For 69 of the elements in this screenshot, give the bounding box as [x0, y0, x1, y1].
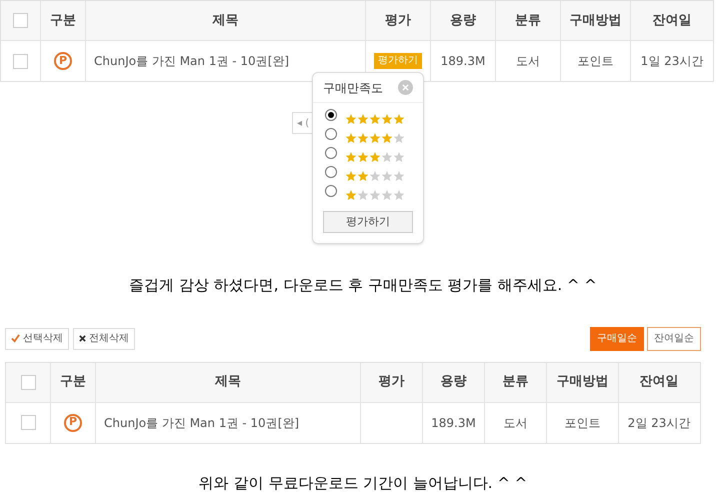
- column-header: 잔여일: [652, 12, 692, 30]
- star-icon: [345, 151, 357, 163]
- rating-radio[interactable]: [325, 109, 337, 121]
- caption: 위와 같이 무료다운로드 기간이 늘어납니다. ^ ^: [198, 472, 528, 494]
- star-icon: [393, 170, 405, 182]
- column-header: 평가: [378, 373, 404, 392]
- star-icon: [381, 189, 393, 201]
- category-cell-text: 도서: [516, 53, 540, 70]
- rating-radio[interactable]: [325, 166, 337, 178]
- column-header: 제목: [212, 12, 238, 30]
- star-icon: [369, 189, 381, 201]
- point-badge: P: [64, 414, 82, 432]
- remaining-cell-text: 2일 23시간: [628, 414, 690, 432]
- star-icon: [369, 132, 381, 144]
- size-cell-text: 189.3M: [440, 53, 486, 70]
- sort-tab[interactable]: 잔여일순: [647, 326, 701, 350]
- column-header: 구분: [50, 12, 76, 30]
- submit-rating-button[interactable]: 평가하기: [323, 211, 413, 233]
- column-header: 분류: [502, 373, 528, 392]
- method-cell-text: 포인트: [564, 414, 600, 432]
- delete-button[interactable]: 전체삭제: [73, 328, 135, 350]
- star-icon: [345, 170, 357, 182]
- remaining-cell-text: 1일 23시간: [640, 53, 704, 70]
- star-icon: [345, 113, 357, 125]
- point-badge: P: [54, 52, 72, 70]
- title-cell-text: ChunJo를 가진 Man 1권 - 10권[완]: [104, 414, 300, 432]
- close-icon: [79, 335, 86, 342]
- rating-radio[interactable]: [325, 185, 337, 197]
- column-header: 구매방법: [556, 373, 608, 392]
- size-cell-text: 189.3M: [431, 414, 476, 432]
- column-header: 구매방법: [570, 12, 622, 30]
- method-cell-text: 포인트: [578, 53, 614, 70]
- column-header: 잔여일: [640, 373, 678, 392]
- column-header: 평가: [385, 12, 411, 30]
- caption: 즐겁게 감상 하셨다면, 다운로드 후 구매만족도 평가를 해주세요. ^ ^: [129, 275, 597, 296]
- star-icon: [393, 151, 405, 163]
- popup-title: 구매만족도: [323, 80, 383, 96]
- rating-radio[interactable]: [325, 128, 337, 140]
- star-icon: [357, 132, 369, 144]
- delete-button[interactable]: 선택삭제: [5, 328, 69, 350]
- category-cell-text: 도서: [504, 414, 528, 432]
- column-header: 구분: [60, 373, 86, 392]
- title-cell-text: ChunJo를 가진 Man 1권 - 10권[완]: [94, 53, 290, 70]
- star-icon: [381, 132, 393, 144]
- column-header: 용량: [440, 373, 466, 392]
- star-icon: [393, 113, 405, 125]
- star-icon: [369, 170, 381, 182]
- rating-radio[interactable]: [325, 147, 337, 159]
- row-checkbox[interactable]: [13, 54, 28, 68]
- check-icon: [11, 334, 20, 343]
- star-icon: [345, 189, 357, 201]
- star-icon: [369, 113, 381, 125]
- star-icon: [381, 113, 393, 125]
- star-icon: [345, 132, 357, 144]
- star-icon: [369, 151, 381, 163]
- star-icon: [393, 189, 405, 201]
- star-icon: [357, 189, 369, 201]
- star-icon: [357, 170, 369, 182]
- row-checkbox[interactable]: [20, 415, 36, 430]
- column-header: 제목: [215, 373, 241, 392]
- star-icon: [357, 151, 369, 163]
- star-icon: [381, 151, 393, 163]
- star-icon: [393, 132, 405, 144]
- column-header: 분류: [515, 12, 541, 30]
- select-all-checkbox[interactable]: [20, 374, 36, 390]
- star-icon: [381, 170, 393, 182]
- select-all-checkbox[interactable]: [13, 13, 28, 28]
- column-header: 용량: [450, 12, 476, 30]
- star-icon: [357, 113, 369, 125]
